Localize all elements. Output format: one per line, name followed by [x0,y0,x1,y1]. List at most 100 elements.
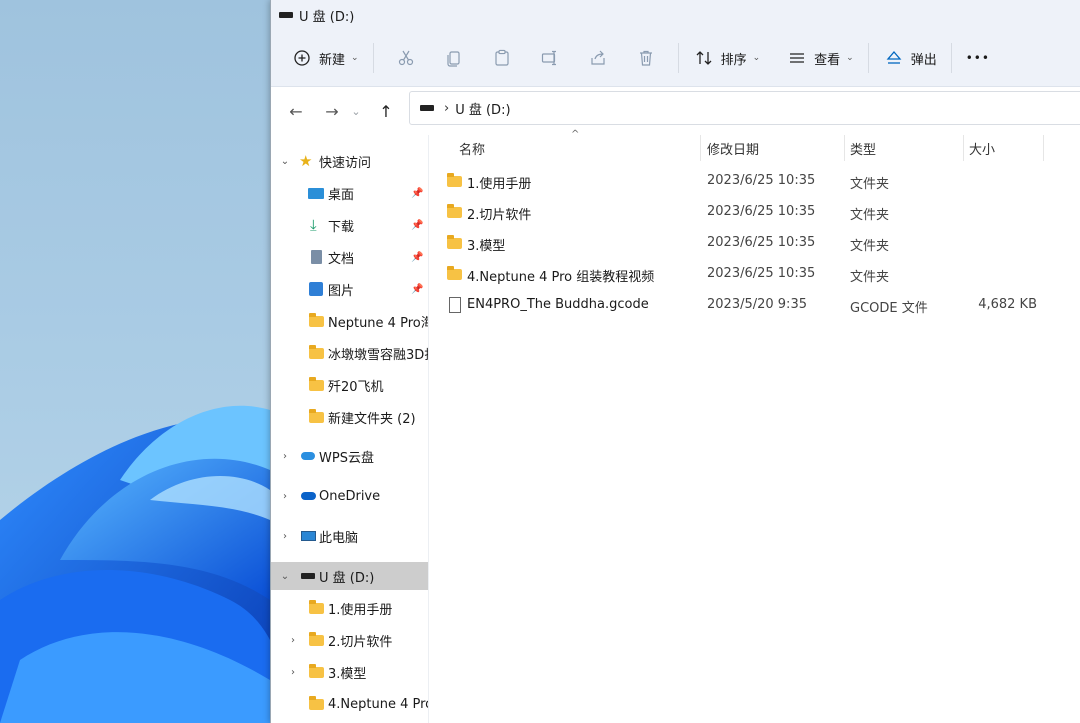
sort-arrows-icon [693,47,715,69]
file-row[interactable]: 1.使用手册 2023/6/25 10:35 文件夹 [429,167,1080,195]
file-date: 2023/6/25 10:35 [707,235,816,250]
nav-onedrive[interactable]: › OneDrive [271,482,428,510]
nav-pinned-label: 歼20飞机 [328,379,384,395]
title-bar: U 盘 (D:) [271,0,1080,30]
folder-icon [447,266,462,280]
file-row[interactable]: 4.Neptune 4 Pro 组装教程视频 2023/6/25 10:35 文… [429,260,1080,288]
eject-button-label: 弹出 [910,52,937,68]
star-icon: ★ [299,152,313,170]
chevron-right-icon: › [291,666,295,678]
nav-usb-child-label: 4.Neptune 4 Pro [328,696,428,712]
back-button[interactable]: ← [281,96,311,126]
chevron-down-icon: ⌄ [752,53,761,63]
nav-documents-label: 文档 [328,251,355,267]
copy-button[interactable] [436,40,472,76]
desktop-icon [308,187,324,199]
computer-icon [301,531,316,541]
chevron-down-icon: ⌄ [280,155,290,167]
nav-usb-child-folder[interactable]: 4.Neptune 4 Pro [271,690,428,718]
column-divider[interactable] [844,135,845,161]
column-header-size[interactable]: 大小 [969,139,995,158]
file-type: 文件夹 [850,177,890,192]
sort-ascending-icon: ^ [571,129,580,140]
nav-pinned-label: 冰墩墩雪容融3D打 [328,347,428,363]
delete-button[interactable] [628,40,664,76]
usb-drive-icon [301,573,315,579]
column-header-type[interactable]: 类型 [850,139,876,158]
file-type: 文件夹 [850,239,890,254]
forward-button[interactable]: → [317,96,347,126]
nav-usb-child-folder[interactable]: › 3.模型 [271,658,428,686]
file-name: 1.使用手册 [467,177,532,192]
nav-pictures[interactable]: 图片 📌 [271,275,428,303]
file-row[interactable]: EN4PRO_The Buddha.gcode 2023/5/20 9:35 G… [429,291,1080,319]
eject-icon [883,47,905,69]
column-header-name[interactable]: 名称 [459,139,485,158]
file-type: GCODE 文件 [850,301,928,316]
nav-documents[interactable]: 文档 📌 [271,243,428,271]
nav-usb-child-label: 3.模型 [328,666,367,682]
column-divider[interactable] [1043,135,1044,161]
nav-usb-child-folder[interactable]: 1.使用手册 [271,594,428,622]
address-bar[interactable]: › U 盘 (D:) [409,91,1080,125]
nav-wps-cloud[interactable]: › WPS云盘 [271,442,428,470]
nav-desktop-label: 桌面 [328,187,355,203]
nav-this-pc-label: 此电脑 [319,530,359,546]
onedrive-cloud-icon [301,492,316,500]
file-date: 2023/5/20 9:35 [707,297,807,312]
cut-button[interactable] [388,40,424,76]
nav-this-pc[interactable]: › 此电脑 [271,522,428,550]
toolbar-divider [950,43,952,73]
paste-button[interactable] [484,40,520,76]
nav-pinned-folder[interactable]: 冰墩墩雪容融3D打 [271,339,428,367]
download-icon: ⤓ [310,216,317,234]
nav-pinned-folder[interactable]: Neptune 4 Pro海 [271,307,428,335]
share-button[interactable] [580,40,616,76]
nav-usb-child-label: 1.使用手册 [328,602,393,618]
breadcrumb-location[interactable]: U 盘 (D:) [455,99,510,118]
view-button[interactable]: 查看 ⌄ [780,40,860,76]
file-name: EN4PRO_The Buddha.gcode [467,297,649,312]
more-options-button[interactable]: ••• [960,40,996,76]
column-divider[interactable] [700,135,701,161]
nav-pinned-folder[interactable]: 歼20飞机 [271,371,428,399]
view-button-label: 查看 [814,52,841,68]
chevron-down-icon: ⌄ [351,104,361,118]
nav-usb-drive[interactable]: ⌄ U 盘 (D:) [271,562,428,590]
breadcrumb-separator: › [444,100,450,116]
file-row[interactable]: 3.模型 2023/6/25 10:35 文件夹 [429,229,1080,257]
eject-button[interactable]: 弹出 [877,40,943,76]
nav-usb-label: U 盘 (D:) [319,570,375,586]
nav-quick-access[interactable]: ⌄ ★ 快速访问 [271,147,428,175]
sort-button[interactable]: 排序 ⌄ [687,40,767,76]
nav-usb-child-folder[interactable]: › 2.切片软件 [271,626,428,654]
file-date: 2023/6/25 10:35 [707,266,816,281]
chevron-down-icon: ⌄ [846,53,854,63]
chevron-down-icon: ⌄ [280,570,290,582]
list-view-icon [786,47,808,69]
bloom-wallpaper [0,405,270,723]
more-icon: ••• [965,51,990,65]
recent-locations-button[interactable]: ⌄ [347,96,365,126]
clipboard-icon [491,47,513,69]
folder-icon [447,173,462,187]
nav-pictures-label: 图片 [328,283,355,299]
nav-pinned-folder[interactable]: 新建文件夹 (2) [271,403,428,431]
nav-downloads-label: 下载 [328,219,355,235]
column-divider[interactable] [963,135,964,161]
pin-icon: 📌 [411,283,424,295]
file-date: 2023/6/25 10:35 [707,173,816,188]
file-row[interactable]: 2.切片软件 2023/6/25 10:35 文件夹 [429,198,1080,226]
folder-icon [447,235,462,249]
up-button[interactable]: ↑ [371,96,401,126]
nav-downloads[interactable]: ⤓ 下载 📌 [271,211,428,239]
usb-drive-icon [279,12,293,18]
scissors-icon [395,47,417,69]
chevron-right-icon: › [283,530,287,542]
new-button[interactable]: 新建 ⌄ [285,40,365,76]
chevron-down-icon: ⌄ [351,53,359,63]
nav-desktop[interactable]: 桌面 📌 [271,179,428,207]
rename-button[interactable] [532,40,568,76]
column-header-date[interactable]: 修改日期 [707,139,759,158]
nav-quick-access-label: 快速访问 [319,155,372,171]
